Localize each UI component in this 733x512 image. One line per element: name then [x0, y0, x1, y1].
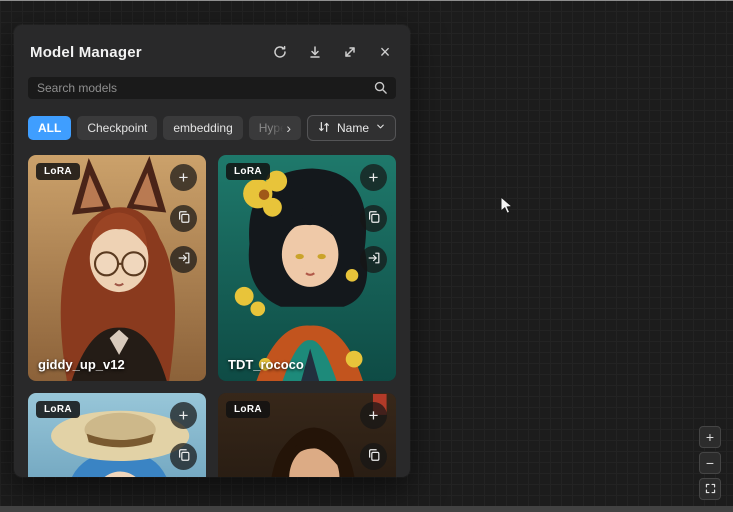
model-type-badge: LoRA [226, 163, 270, 180]
copy-icon [177, 210, 191, 227]
model-manager-panel: Model Manager [14, 25, 410, 477]
copy-model-button[interactable] [360, 443, 387, 470]
model-type-badge: LoRA [36, 401, 80, 418]
search-input[interactable] [28, 77, 396, 99]
close-button[interactable]: × [376, 43, 394, 61]
add-model-button[interactable]: + [170, 402, 197, 429]
sort-dropdown[interactable]: Name [307, 115, 396, 141]
model-card[interactable]: LoRA + [28, 393, 206, 477]
zoom-in-button[interactable]: + [699, 426, 721, 448]
filter-tab-label: Hype [259, 121, 286, 135]
add-model-button[interactable]: + [360, 402, 387, 429]
panel-header: Model Manager [14, 25, 410, 65]
refresh-icon [272, 44, 288, 60]
canvas-zoom-controls: + − [699, 426, 721, 500]
card-actions: + [170, 402, 197, 470]
filter-row: ALL Checkpoint embedding Hype › Name [28, 115, 396, 141]
copy-icon [367, 210, 381, 227]
fit-view-icon [704, 482, 717, 497]
header-actions: × [271, 43, 394, 61]
copy-model-button[interactable] [170, 443, 197, 470]
add-model-button[interactable]: + [360, 164, 387, 191]
mouse-cursor [500, 196, 514, 221]
maximize-icon [342, 44, 358, 60]
import-icon [177, 251, 191, 268]
zoom-out-button[interactable]: − [699, 452, 721, 474]
filter-tab-embedding[interactable]: embedding [163, 116, 242, 140]
card-actions: + [170, 164, 197, 273]
sort-label: Name [337, 121, 369, 135]
model-name: TDT_rococo [228, 357, 304, 372]
model-card[interactable]: LoRA + [218, 155, 396, 381]
copy-model-button[interactable] [360, 205, 387, 232]
load-model-button[interactable] [360, 246, 387, 273]
copy-icon [367, 448, 381, 465]
close-icon: × [380, 43, 391, 61]
filter-tab-hypernetwork[interactable]: Hype › [249, 116, 301, 140]
model-card[interactable]: LoRA + [218, 393, 396, 477]
chevron-down-icon [375, 121, 386, 135]
model-type-badge: LoRA [226, 401, 270, 418]
filter-tab-checkpoint[interactable]: Checkpoint [77, 116, 157, 140]
load-model-button[interactable] [170, 246, 197, 273]
filter-tab-all[interactable]: ALL [28, 116, 71, 140]
card-actions: + [360, 402, 387, 470]
fit-view-button[interactable] [699, 478, 721, 500]
chevron-right-icon: › [286, 121, 291, 135]
window-top-border [0, 0, 733, 1]
refresh-button[interactable] [271, 43, 289, 61]
horizontal-scrollbar[interactable] [0, 506, 733, 512]
card-actions: + [360, 164, 387, 273]
sort-icon [317, 120, 331, 137]
model-type-badge: LoRA [36, 163, 80, 180]
maximize-button[interactable] [341, 43, 359, 61]
model-card[interactable]: LoRA + [28, 155, 206, 381]
download-icon [307, 44, 323, 60]
model-name: giddy_up_v12 [38, 357, 125, 372]
add-model-button[interactable]: + [170, 164, 197, 191]
canvas[interactable]: Model Manager [0, 0, 733, 512]
search-icon [373, 80, 388, 100]
download-button[interactable] [306, 43, 324, 61]
panel-title: Model Manager [30, 44, 142, 61]
import-icon [367, 251, 381, 268]
search-bar [28, 77, 396, 99]
model-cards-grid: LoRA + [28, 155, 396, 477]
copy-model-button[interactable] [170, 205, 197, 232]
copy-icon [177, 448, 191, 465]
